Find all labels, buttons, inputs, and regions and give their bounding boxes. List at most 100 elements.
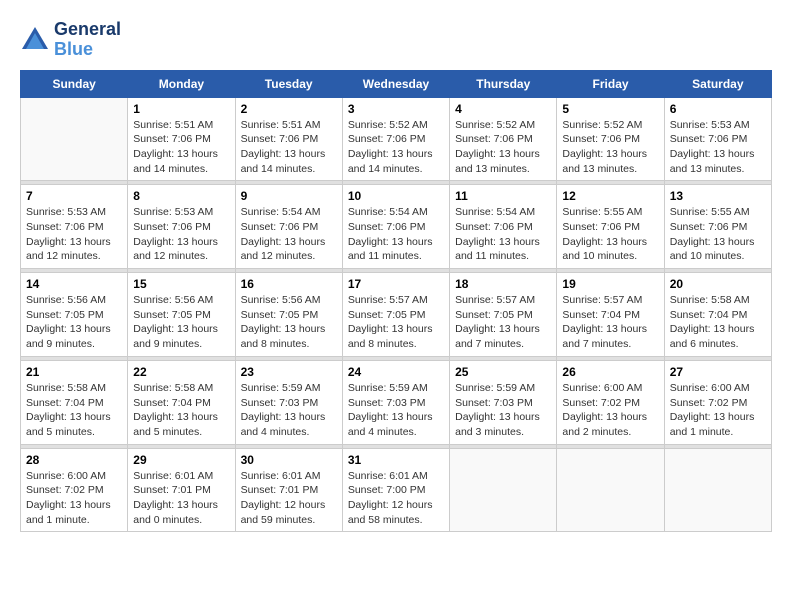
- day-info: Sunrise: 5:52 AM Sunset: 7:06 PM Dayligh…: [562, 118, 658, 177]
- day-number: 28: [26, 453, 122, 467]
- calendar-cell: 5 Sunrise: 5:52 AM Sunset: 7:06 PM Daylig…: [557, 97, 664, 181]
- day-info: Sunrise: 5:57 AM Sunset: 7:04 PM Dayligh…: [562, 293, 658, 352]
- day-info: Sunrise: 5:52 AM Sunset: 7:06 PM Dayligh…: [455, 118, 551, 177]
- day-number: 3: [348, 102, 444, 116]
- calendar-cell: 31 Sunrise: 6:01 AM Sunset: 7:00 PM Dayli…: [342, 448, 449, 532]
- day-info: Sunrise: 5:59 AM Sunset: 7:03 PM Dayligh…: [241, 381, 337, 440]
- day-number: 9: [241, 189, 337, 203]
- day-info: Sunrise: 6:00 AM Sunset: 7:02 PM Dayligh…: [562, 381, 658, 440]
- calendar-cell: 3Sunrise: 5:52 AM Sunset: 7:06 PM Daylig…: [342, 97, 449, 181]
- calendar-cell: 25 Sunrise: 5:59 AM Sunset: 7:03 PM Dayli…: [450, 360, 557, 444]
- day-number: 8: [133, 189, 229, 203]
- day-info: Sunrise: 5:58 AM Sunset: 7:04 PM Dayligh…: [133, 381, 229, 440]
- day-info: Sunrise: 5:57 AM Sunset: 7:05 PM Dayligh…: [455, 293, 551, 352]
- calendar-cell: 18 Sunrise: 5:57 AM Sunset: 7:05 PM Dayli…: [450, 273, 557, 357]
- calendar-week-3: 14Sunrise: 5:56 AM Sunset: 7:05 PM Dayli…: [21, 273, 772, 357]
- calendar-cell: 19 Sunrise: 5:57 AM Sunset: 7:04 PM Dayli…: [557, 273, 664, 357]
- calendar-cell: 1 Sunrise: 5:51 AM Sunset: 7:06 PM Daylig…: [128, 97, 235, 181]
- calendar-cell: [450, 448, 557, 532]
- day-info: Sunrise: 5:54 AM Sunset: 7:06 PM Dayligh…: [348, 205, 444, 264]
- day-header-sunday: Sunday: [21, 70, 128, 97]
- day-number: 10: [348, 189, 444, 203]
- calendar-cell: 29 Sunrise: 6:01 AM Sunset: 7:01 PM Dayli…: [128, 448, 235, 532]
- calendar-cell: 16Sunrise: 5:56 AM Sunset: 7:05 PM Dayli…: [235, 273, 342, 357]
- day-header-thursday: Thursday: [450, 70, 557, 97]
- day-number: 31: [348, 453, 444, 467]
- calendar-week-5: 28 Sunrise: 6:00 AM Sunset: 7:02 PM Dayli…: [21, 448, 772, 532]
- day-info: Sunrise: 5:54 AM Sunset: 7:06 PM Dayligh…: [455, 205, 551, 264]
- header: General Blue: [20, 20, 772, 60]
- day-info: Sunrise: 5:59 AM Sunset: 7:03 PM Dayligh…: [348, 381, 444, 440]
- calendar-cell: [21, 97, 128, 181]
- day-number: 17: [348, 277, 444, 291]
- day-number: 22: [133, 365, 229, 379]
- day-number: 23: [241, 365, 337, 379]
- calendar-header-row: SundayMondayTuesdayWednesdayThursdayFrid…: [21, 70, 772, 97]
- day-info: Sunrise: 6:00 AM Sunset: 7:02 PM Dayligh…: [26, 469, 122, 528]
- day-header-wednesday: Wednesday: [342, 70, 449, 97]
- day-number: 25: [455, 365, 551, 379]
- calendar-cell: 15 Sunrise: 5:56 AM Sunset: 7:05 PM Dayli…: [128, 273, 235, 357]
- day-info: Sunrise: 5:51 AM Sunset: 7:06 PM Dayligh…: [133, 118, 229, 177]
- calendar-cell: 6Sunrise: 5:53 AM Sunset: 7:06 PM Daylig…: [664, 97, 771, 181]
- day-info: Sunrise: 5:59 AM Sunset: 7:03 PM Dayligh…: [455, 381, 551, 440]
- day-number: 29: [133, 453, 229, 467]
- day-number: 15: [133, 277, 229, 291]
- calendar-cell: 12 Sunrise: 5:55 AM Sunset: 7:06 PM Dayli…: [557, 185, 664, 269]
- calendar-cell: 7 Sunrise: 5:53 AM Sunset: 7:06 PM Daylig…: [21, 185, 128, 269]
- calendar-cell: 10 Sunrise: 5:54 AM Sunset: 7:06 PM Dayli…: [342, 185, 449, 269]
- calendar-cell: 22 Sunrise: 5:58 AM Sunset: 7:04 PM Dayli…: [128, 360, 235, 444]
- day-info: Sunrise: 6:01 AM Sunset: 7:00 PM Dayligh…: [348, 469, 444, 528]
- calendar-week-4: 21 Sunrise: 5:58 AM Sunset: 7:04 PM Dayli…: [21, 360, 772, 444]
- day-number: 12: [562, 189, 658, 203]
- logo: General Blue: [20, 20, 121, 60]
- calendar-cell: 30 Sunrise: 6:01 AM Sunset: 7:01 PM Dayli…: [235, 448, 342, 532]
- day-header-monday: Monday: [128, 70, 235, 97]
- calendar-cell: 20 Sunrise: 5:58 AM Sunset: 7:04 PM Dayli…: [664, 273, 771, 357]
- day-info: Sunrise: 5:55 AM Sunset: 7:06 PM Dayligh…: [562, 205, 658, 264]
- calendar-cell: 28 Sunrise: 6:00 AM Sunset: 7:02 PM Dayli…: [21, 448, 128, 532]
- calendar-week-2: 7 Sunrise: 5:53 AM Sunset: 7:06 PM Daylig…: [21, 185, 772, 269]
- day-number: 24: [348, 365, 444, 379]
- day-number: 13: [670, 189, 766, 203]
- day-info: Sunrise: 5:56 AM Sunset: 7:05 PM Dayligh…: [133, 293, 229, 352]
- day-info: Sunrise: 5:53 AM Sunset: 7:06 PM Dayligh…: [26, 205, 122, 264]
- day-number: 11: [455, 189, 551, 203]
- day-header-friday: Friday: [557, 70, 664, 97]
- calendar-cell: 23 Sunrise: 5:59 AM Sunset: 7:03 PM Dayli…: [235, 360, 342, 444]
- day-number: 1: [133, 102, 229, 116]
- day-info: Sunrise: 6:01 AM Sunset: 7:01 PM Dayligh…: [241, 469, 337, 528]
- logo-text: General Blue: [54, 20, 121, 60]
- calendar-cell: 14Sunrise: 5:56 AM Sunset: 7:05 PM Dayli…: [21, 273, 128, 357]
- day-info: Sunrise: 5:53 AM Sunset: 7:06 PM Dayligh…: [670, 118, 766, 177]
- calendar-cell: 17 Sunrise: 5:57 AM Sunset: 7:05 PM Dayli…: [342, 273, 449, 357]
- day-info: Sunrise: 5:58 AM Sunset: 7:04 PM Dayligh…: [670, 293, 766, 352]
- day-number: 16: [241, 277, 337, 291]
- calendar-cell: 21 Sunrise: 5:58 AM Sunset: 7:04 PM Dayli…: [21, 360, 128, 444]
- day-number: 19: [562, 277, 658, 291]
- day-info: Sunrise: 5:58 AM Sunset: 7:04 PM Dayligh…: [26, 381, 122, 440]
- day-header-tuesday: Tuesday: [235, 70, 342, 97]
- day-header-saturday: Saturday: [664, 70, 771, 97]
- day-info: Sunrise: 6:00 AM Sunset: 7:02 PM Dayligh…: [670, 381, 766, 440]
- day-info: Sunrise: 5:54 AM Sunset: 7:06 PM Dayligh…: [241, 205, 337, 264]
- calendar-cell: 11 Sunrise: 5:54 AM Sunset: 7:06 PM Dayli…: [450, 185, 557, 269]
- day-number: 30: [241, 453, 337, 467]
- day-number: 20: [670, 277, 766, 291]
- calendar-cell: 8Sunrise: 5:53 AM Sunset: 7:06 PM Daylig…: [128, 185, 235, 269]
- day-number: 7: [26, 189, 122, 203]
- calendar-week-1: 1 Sunrise: 5:51 AM Sunset: 7:06 PM Daylig…: [21, 97, 772, 181]
- day-number: 5: [562, 102, 658, 116]
- calendar-cell: [664, 448, 771, 532]
- day-number: 21: [26, 365, 122, 379]
- calendar-cell: 13Sunrise: 5:55 AM Sunset: 7:06 PM Dayli…: [664, 185, 771, 269]
- day-info: Sunrise: 5:57 AM Sunset: 7:05 PM Dayligh…: [348, 293, 444, 352]
- day-number: 4: [455, 102, 551, 116]
- day-number: 26: [562, 365, 658, 379]
- day-number: 18: [455, 277, 551, 291]
- calendar-cell: 24 Sunrise: 5:59 AM Sunset: 7:03 PM Dayli…: [342, 360, 449, 444]
- calendar-cell: 2Sunrise: 5:51 AM Sunset: 7:06 PM Daylig…: [235, 97, 342, 181]
- calendar-cell: 4 Sunrise: 5:52 AM Sunset: 7:06 PM Daylig…: [450, 97, 557, 181]
- day-info: Sunrise: 6:01 AM Sunset: 7:01 PM Dayligh…: [133, 469, 229, 528]
- calendar-cell: 9 Sunrise: 5:54 AM Sunset: 7:06 PM Daylig…: [235, 185, 342, 269]
